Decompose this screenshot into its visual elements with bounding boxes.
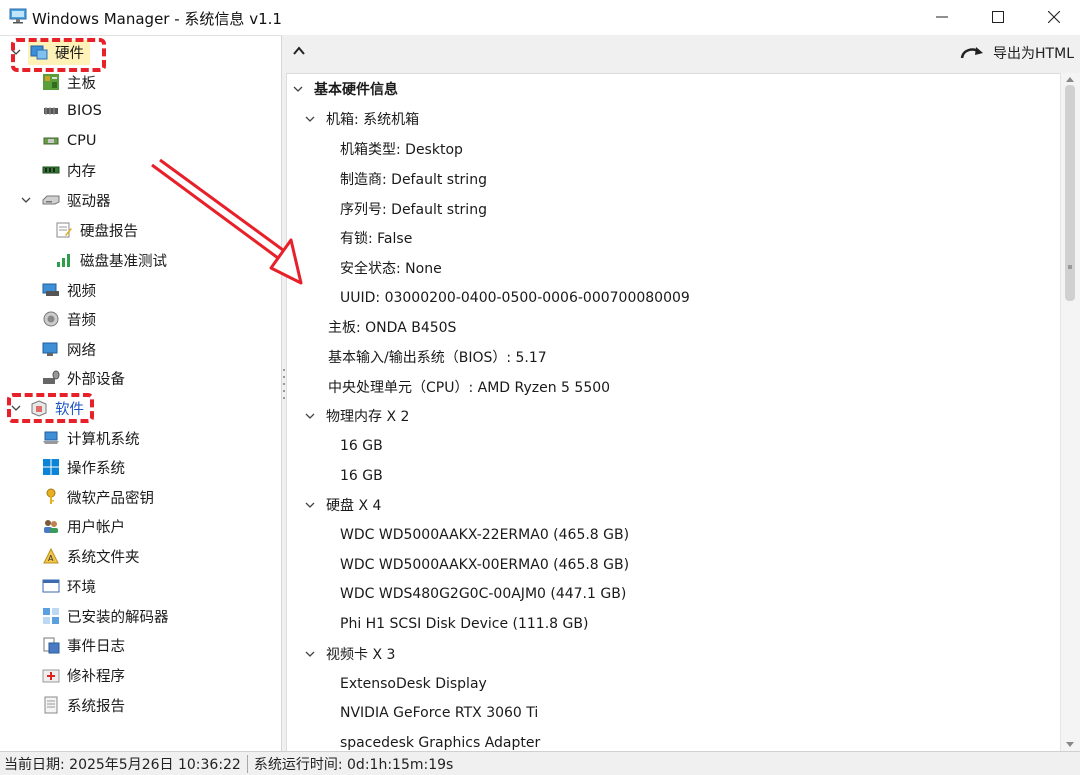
disk-item: WDC WD5000AAKX-22ERMA0 (465.8 GB) xyxy=(340,527,630,543)
status-uptime: 系统运行时间: 0d:1h:15m:19s xyxy=(253,756,454,773)
vertical-scrollbar[interactable] xyxy=(1060,73,1080,751)
chassis-type: 机箱类型: Desktop xyxy=(340,142,463,158)
video-card-item: ExtensoDesk Display xyxy=(340,676,487,692)
title-bar: Windows Manager - 系统信息 v1.1 xyxy=(0,0,1080,35)
memory-icon xyxy=(42,166,60,174)
annotation-box-hardware xyxy=(11,38,106,72)
report-icon xyxy=(56,222,72,238)
status-separator xyxy=(246,754,248,773)
video-card-item: spacedesk Graphics Adapter xyxy=(340,735,541,751)
bios-info: 基本输入/输出系统（BIOS）: 5.17 xyxy=(328,350,547,366)
folder-a-icon: A xyxy=(43,547,59,564)
document-icon xyxy=(44,696,58,714)
status-bar: 当前日期: 2025年5月26日 10:36:22 系统运行时间: 0d:1h:… xyxy=(0,751,1080,775)
tree-item-audio[interactable]: 音频 xyxy=(42,306,96,332)
codec-grid-icon xyxy=(43,608,59,624)
tree-item-user-accounts[interactable]: 用户帐户 xyxy=(42,513,125,539)
node-memory[interactable]: 物理内存 X 2 xyxy=(304,403,409,429)
cpu-info: 中央处理单元（CPU）: AMD Ryzen 5 5500 xyxy=(328,380,611,396)
tree-item-network[interactable]: 网络 xyxy=(42,336,96,362)
laptop-icon xyxy=(43,431,59,444)
peripherals-icon xyxy=(43,370,60,384)
tree-item-os[interactable]: 操作系统 xyxy=(42,454,125,480)
window-title: Windows Manager - 系统信息 v1.1 xyxy=(32,10,282,28)
annotation-box-software xyxy=(7,393,94,423)
network-icon xyxy=(42,342,58,356)
chevron-down-icon[interactable] xyxy=(20,194,32,206)
chevron-down-icon[interactable] xyxy=(304,648,316,660)
tree-item-video[interactable]: 视频 xyxy=(42,277,96,303)
tree-item-environment[interactable]: 环境 xyxy=(42,573,96,599)
windows-logo-icon xyxy=(43,459,59,475)
chevron-down-icon[interactable] xyxy=(304,113,316,125)
tree-item-disk-report[interactable]: 硬盘报告 xyxy=(55,217,138,243)
event-log-icon xyxy=(43,637,60,654)
status-current-date: 当前日期: 2025年5月26日 10:36:22 xyxy=(4,756,241,773)
scrollbar-grip-icon xyxy=(1068,265,1072,269)
tree-item-peripherals[interactable]: 外部设备 xyxy=(42,365,125,391)
chassis-locked: 有锁: False xyxy=(340,231,413,247)
tree-item-system-report[interactable]: 系统报告 xyxy=(42,692,125,718)
tree-item-memory[interactable]: 内存 xyxy=(42,157,96,183)
tree-item-motherboard[interactable]: 主板 xyxy=(42,69,96,95)
chassis-uuid: UUID: 03000200-0400-0500-0006-0007000800… xyxy=(340,290,690,306)
motherboard-icon xyxy=(43,74,59,90)
disk-item: Phi H1 SCSI Disk Device (111.8 GB) xyxy=(340,616,589,632)
close-icon xyxy=(1048,11,1060,23)
tree-item-bios[interactable]: BIOS xyxy=(42,98,102,124)
chevron-down-icon[interactable] xyxy=(304,410,316,422)
tree-item-product-keys[interactable]: 微软产品密钥 xyxy=(42,484,154,510)
first-aid-icon xyxy=(42,669,60,683)
video-card-icon xyxy=(42,283,59,296)
scroll-up-arrow-icon[interactable] xyxy=(1066,77,1074,82)
navigation-tree: 硬件 主板 BIOS CPU 内存 驱动器 硬盘报告 磁盘基准测试 视频 音频 xyxy=(0,35,282,751)
chevron-up-icon[interactable] xyxy=(291,43,307,59)
close-button[interactable] xyxy=(1028,0,1080,34)
cpu-icon xyxy=(43,137,59,145)
tree-node-drives[interactable]: 驱动器 xyxy=(20,187,111,213)
node-disks[interactable]: 硬盘 X 4 xyxy=(304,492,381,518)
disk-item: WDC WDS480G2G0C-00AJM0 (447.1 GB) xyxy=(340,586,627,602)
motherboard-info: 主板: ONDA B450S xyxy=(328,320,457,336)
chevron-down-icon[interactable] xyxy=(304,499,316,511)
details-toolbar: 导出为HTML xyxy=(286,35,1080,73)
key-icon xyxy=(46,488,56,504)
minimize-icon xyxy=(936,16,948,18)
details-panel: 基本硬件信息 机箱: 系统机箱 机箱类型: Desktop 制造商: Defau… xyxy=(286,73,1060,751)
export-html-label: 导出为HTML xyxy=(993,46,1074,62)
disk-item: WDC WD5000AAKX-00ERMA0 (465.8 GB) xyxy=(340,557,630,573)
drive-icon xyxy=(42,195,60,205)
redo-arrow-icon xyxy=(960,47,984,59)
maximize-icon xyxy=(992,11,1004,23)
speaker-icon xyxy=(43,311,59,327)
app-monitor-icon xyxy=(9,8,27,24)
chassis-security: 安全状态: None xyxy=(340,261,442,277)
users-icon xyxy=(44,520,58,533)
svg-text:A: A xyxy=(48,554,54,563)
section-basic-hardware[interactable]: 基本硬件信息 xyxy=(292,76,398,102)
chevron-down-icon[interactable] xyxy=(292,83,304,95)
scroll-down-arrow-icon[interactable] xyxy=(1066,742,1074,747)
chassis-serial: 序列号: Default string xyxy=(340,202,487,218)
tree-item-patches[interactable]: 修补程序 xyxy=(42,662,125,688)
window-icon xyxy=(42,579,60,593)
chip-icon xyxy=(44,107,58,115)
minimize-button[interactable] xyxy=(916,0,968,34)
tree-item-system-folders[interactable]: A 系统文件夹 xyxy=(42,543,140,569)
tree-item-cpu[interactable]: CPU xyxy=(42,128,96,154)
export-html-button[interactable]: 导出为HTML xyxy=(959,43,1074,63)
chassis-manufacturer: 制造商: Default string xyxy=(340,172,487,188)
tree-item-codecs[interactable]: 已安装的解码器 xyxy=(42,603,169,629)
bar-chart-icon xyxy=(57,254,70,267)
memory-module: 16 GB xyxy=(340,468,383,484)
maximize-button[interactable] xyxy=(972,0,1024,34)
tree-item-disk-benchmark[interactable]: 磁盘基准测试 xyxy=(55,247,167,273)
tree-item-event-log[interactable]: 事件日志 xyxy=(42,632,125,658)
video-card-item: NVIDIA GeForce RTX 3060 Ti xyxy=(340,705,539,721)
tree-item-computer-system[interactable]: 计算机系统 xyxy=(42,425,140,451)
node-chassis[interactable]: 机箱: 系统机箱 xyxy=(304,106,419,132)
node-video-cards[interactable]: 视频卡 X 3 xyxy=(304,641,395,667)
memory-module: 16 GB xyxy=(340,438,383,454)
